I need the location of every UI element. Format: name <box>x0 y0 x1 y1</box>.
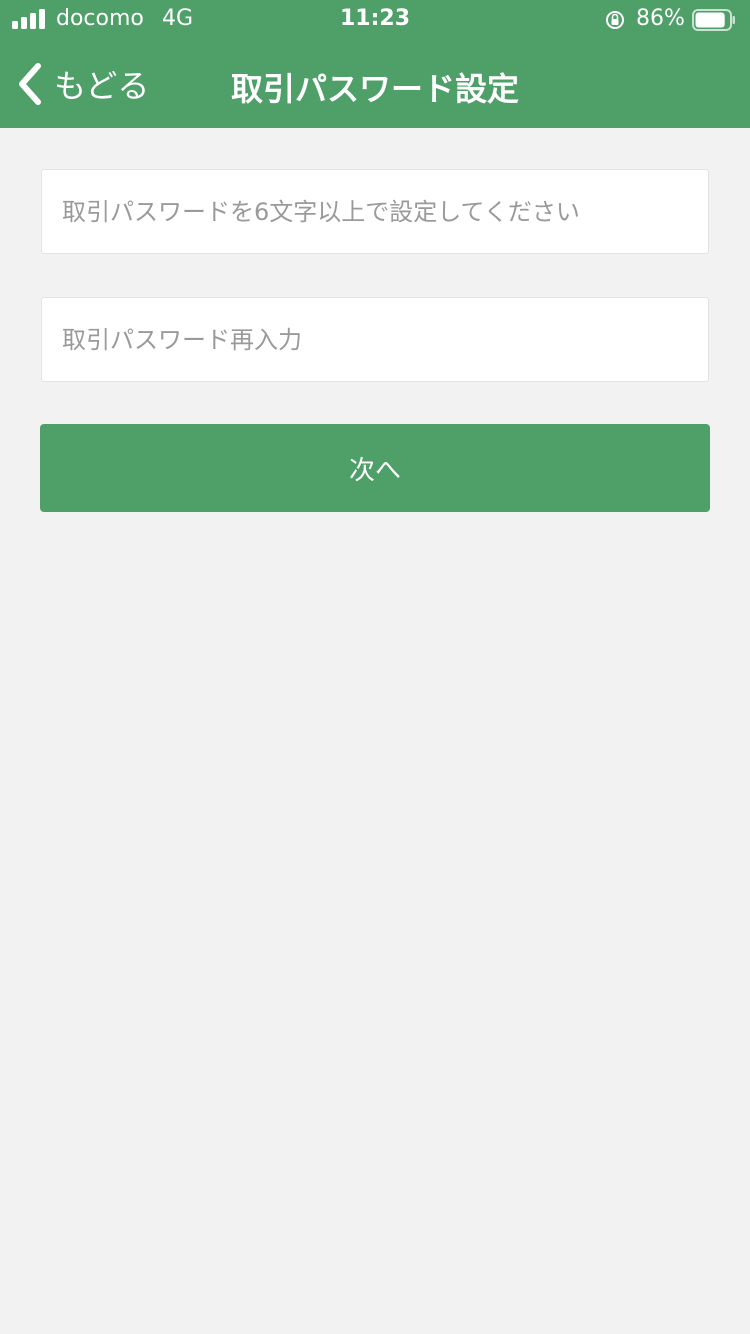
password-field[interactable] <box>41 169 709 254</box>
top-bar: docomo 4G 11:23 86% もどる 取引パスワード設定 <box>0 0 750 128</box>
navigation-bar: もどる 取引パスワード設定 <box>0 40 750 128</box>
confirm-password-field[interactable] <box>41 297 709 382</box>
status-bar: docomo 4G 11:23 86% <box>0 0 750 40</box>
confirm-password-input[interactable] <box>42 298 708 381</box>
battery-percent: 86% <box>636 6 685 31</box>
next-button[interactable]: 次へ <box>40 424 710 512</box>
battery-icon <box>692 9 735 31</box>
password-input[interactable] <box>42 170 708 253</box>
page-title: 取引パスワード設定 <box>230 70 519 108</box>
orientation-lock-icon <box>606 11 624 29</box>
